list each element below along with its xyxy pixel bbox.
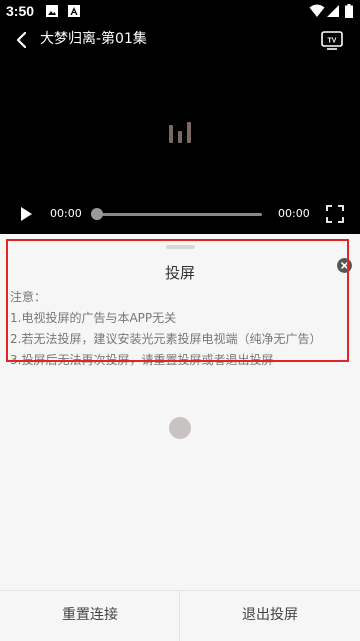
fullscreen-icon[interactable] xyxy=(326,205,344,223)
loading-spinner xyxy=(169,417,191,439)
seek-bar[interactable] xyxy=(96,213,262,216)
bottom-action-bar: 重置连接 退出投屏 xyxy=(0,590,360,641)
notice-item: 2.若无法投屏，建议安装光元素投屏电视端（纯净无广告） xyxy=(10,332,322,346)
video-title: 大梦归离-第01集 xyxy=(40,31,147,47)
status-time: 3:50 xyxy=(6,3,35,19)
play-icon[interactable] xyxy=(18,206,34,222)
current-time: 00:00 xyxy=(50,207,82,220)
notice-item: 1.电视投屏的广告与本APP无关 xyxy=(10,311,177,325)
exit-cast-button[interactable]: 退出投屏 xyxy=(180,591,360,641)
back-icon[interactable] xyxy=(12,30,32,50)
notice-item: 3.投屏后无法再次投屏，请重置投屏或者退出投屏 xyxy=(10,353,274,367)
drag-handle[interactable] xyxy=(166,245,195,249)
signal-icon xyxy=(327,5,339,17)
reset-connection-button[interactable]: 重置连接 xyxy=(0,591,180,641)
video-player[interactable]: 大梦归离-第01集 TV 00:00 00:00 xyxy=(0,24,360,234)
font-icon xyxy=(68,5,80,17)
svg-text:TV: TV xyxy=(328,38,337,45)
status-bar: 3:50 xyxy=(0,0,360,24)
battery-icon xyxy=(345,4,353,18)
wifi-icon xyxy=(309,4,325,17)
close-icon[interactable] xyxy=(337,258,352,273)
cast-panel: 投屏 注意： 1.电视投屏的广告与本APP无关 2.若无法投屏，建议安装光元素投… xyxy=(0,234,360,590)
seek-thumb[interactable] xyxy=(91,208,103,220)
loading-bars-icon xyxy=(169,122,191,143)
image-icon xyxy=(46,5,58,17)
total-time: 00:00 xyxy=(278,207,310,220)
panel-title: 投屏 xyxy=(164,264,195,282)
tv-cast-icon[interactable]: TV xyxy=(320,29,344,51)
notice-block: 注意： 1.电视投屏的广告与本APP无关 2.若无法投屏，建议安装光元素投屏电视… xyxy=(10,287,321,371)
notice-heading: 注意： xyxy=(10,290,47,304)
